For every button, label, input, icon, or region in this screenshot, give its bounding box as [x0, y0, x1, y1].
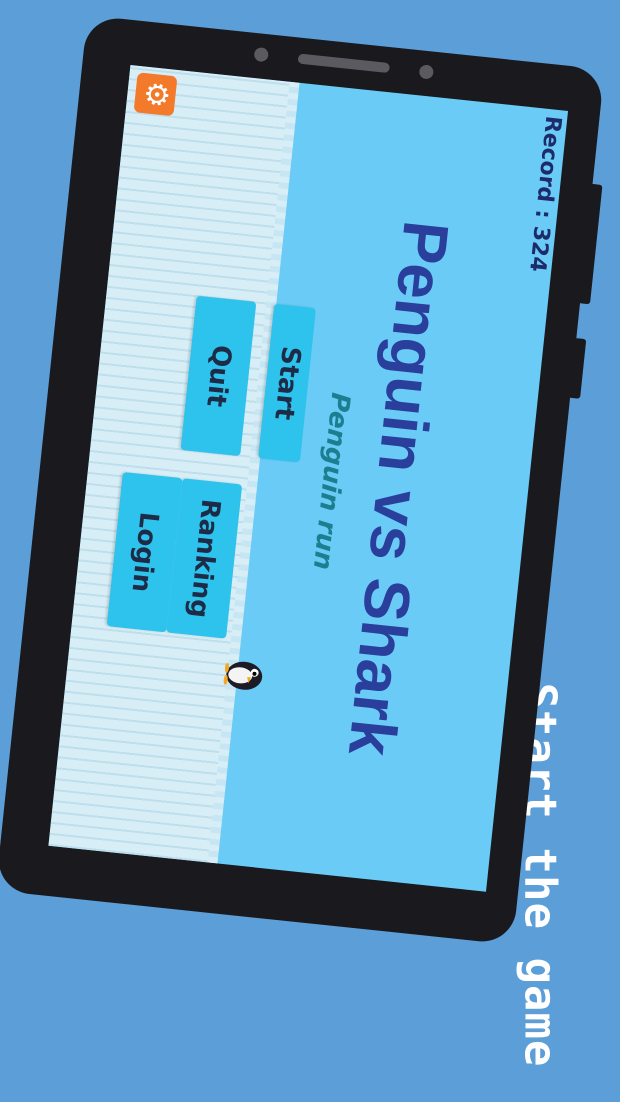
gear-icon: ⚙ — [137, 78, 175, 110]
earpiece-speaker — [297, 53, 391, 74]
quit-button[interactable]: Quit — [180, 295, 257, 456]
record-score: Record : 324 — [524, 114, 566, 273]
front-sensor — [418, 64, 435, 80]
start-button[interactable]: Start — [258, 303, 317, 462]
game-screen: Record : 324 Penguin vs Shark Penguin ru… — [48, 65, 569, 892]
front-camera — [253, 46, 269, 63]
volume-down-button — [568, 337, 587, 399]
phone-frame: Record : 324 Penguin vs Shark Penguin ru… — [0, 15, 605, 945]
settings-button[interactable]: ⚙ — [133, 71, 178, 116]
game-menu: Record : 324 Penguin vs Shark Penguin ru… — [48, 65, 568, 892]
volume-up-button — [578, 183, 603, 305]
penguin-sprite — [223, 661, 263, 690]
